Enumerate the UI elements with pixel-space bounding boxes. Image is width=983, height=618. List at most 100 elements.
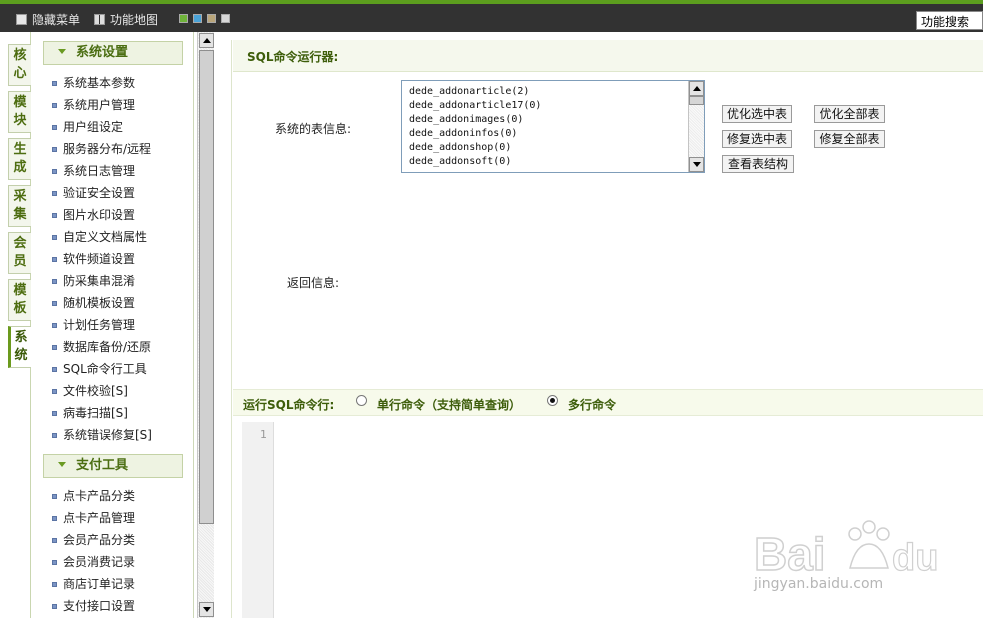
menu-item[interactable]: 会员产品分类 xyxy=(52,529,135,551)
menu-item[interactable]: 服务器分布/远程 xyxy=(52,138,151,160)
bullet-icon xyxy=(52,537,57,543)
table-option[interactable]: dede_addonimages(0) xyxy=(409,114,523,125)
bullet-icon xyxy=(52,80,57,86)
menu-item[interactable]: 病毒扫描[S] xyxy=(52,402,128,424)
menu-item[interactable]: 系统错误修复[S] xyxy=(52,424,152,446)
menu-item-label: 计划任务管理 xyxy=(63,318,136,332)
grid-icon xyxy=(94,14,105,25)
menu-item-label: 随机模板设置 xyxy=(63,296,136,310)
bullet-icon xyxy=(52,344,57,350)
scroll-down-button[interactable] xyxy=(199,602,214,617)
tab-generate[interactable]: 生成 xyxy=(8,138,31,180)
bullet-icon xyxy=(52,168,57,174)
menu-item-label: 商店订单记录 xyxy=(63,577,136,591)
menu-item-label: 数据库备份/还原 xyxy=(63,340,152,354)
site-map-link[interactable]: 功能地图 xyxy=(94,11,158,28)
table-list[interactable]: dede_addonarticle(2) dede_addonarticle17… xyxy=(401,80,705,173)
multi-line-label[interactable]: 多行命令 xyxy=(568,396,616,413)
scroll-down-button[interactable] xyxy=(689,157,704,172)
menu-item[interactable]: 图片水印设置 xyxy=(52,204,135,226)
menu-item-label: SQL命令行工具 xyxy=(63,362,147,376)
single-line-label[interactable]: 单行命令（支持简单查询） xyxy=(377,396,521,413)
scroll-up-button[interactable] xyxy=(199,33,214,48)
skin-brown-swatch[interactable] xyxy=(207,14,216,23)
bullet-icon xyxy=(52,190,57,196)
menu-item[interactable]: 文件校验[S] xyxy=(52,380,128,402)
menu-item-label: 点卡产品分类 xyxy=(63,489,136,503)
menu-item[interactable]: 系统日志管理 xyxy=(52,160,135,182)
tab-collect[interactable]: 采集 xyxy=(8,185,31,227)
chevron-down-icon xyxy=(58,462,66,467)
menu-item[interactable]: 随机模板设置 xyxy=(52,292,135,314)
repair-selected-button[interactable]: 修复选中表 xyxy=(722,130,792,148)
menu-item[interactable]: 验证安全设置 xyxy=(52,182,135,204)
bullet-icon xyxy=(52,603,57,609)
tab-members[interactable]: 会员 xyxy=(8,232,31,274)
menu-item[interactable]: 点卡产品管理 xyxy=(52,507,135,529)
menu-item-label: 点卡产品管理 xyxy=(63,511,136,525)
table-option[interactable]: dede_addonshop(0) xyxy=(409,142,511,153)
menu-item-label: 系统错误修复[S] xyxy=(63,428,152,442)
menu-item[interactable]: 计划任务管理 xyxy=(52,314,135,336)
menu-item[interactable]: 支付接口设置 xyxy=(52,595,135,617)
menu-item[interactable]: 系统基本参数 xyxy=(52,72,135,94)
scroll-thumb[interactable] xyxy=(689,96,704,105)
multi-line-radio[interactable] xyxy=(547,395,558,406)
menu-item-label: 系统日志管理 xyxy=(63,164,136,178)
bullet-icon xyxy=(52,102,57,108)
table-option[interactable]: dede_addonarticle(2) xyxy=(409,86,529,97)
hide-menu-link[interactable]: 隐藏菜单 xyxy=(16,11,80,28)
skin-blue-swatch[interactable] xyxy=(193,14,202,23)
skin-green-swatch[interactable] xyxy=(179,14,188,23)
bullet-icon xyxy=(52,300,57,306)
tab-templates[interactable]: 模板 xyxy=(8,279,31,321)
radio-selected-dot xyxy=(550,398,555,403)
menu-item[interactable]: 系统用户管理 xyxy=(52,94,135,116)
table-option[interactable]: dede_addonarticle17(0) xyxy=(409,100,541,111)
bullet-icon xyxy=(52,212,57,218)
tab-system[interactable]: 系统 xyxy=(8,326,31,368)
menu-item[interactable]: 商店订单记录 xyxy=(52,573,135,595)
tab-modules[interactable]: 模块 xyxy=(8,91,31,133)
optimize-all-button[interactable]: 优化全部表 xyxy=(814,105,885,123)
view-structure-button[interactable]: 查看表结构 xyxy=(722,155,794,173)
bullet-icon xyxy=(52,366,57,372)
menu-item[interactable]: 用户组设定 xyxy=(52,116,123,138)
section-title: 支付工具 xyxy=(76,458,129,473)
table-option[interactable]: dede_addoninfos(0) xyxy=(409,128,517,139)
section-payment-tools[interactable]: 支付工具 xyxy=(43,454,183,478)
menu-item[interactable]: 会员消费记录 xyxy=(52,551,135,573)
section-system-settings[interactable]: 系统设置 xyxy=(43,41,183,65)
menu-item[interactable]: 自定义文档属性 xyxy=(52,226,147,248)
table-option[interactable]: dede_addonsoft(0) xyxy=(409,156,511,167)
menu-item-label: 防采集串混淆 xyxy=(63,274,136,288)
arrow-down-icon xyxy=(203,607,211,612)
function-search-button[interactable]: 功能搜索 xyxy=(916,11,983,30)
side-menu: 系统设置 系统基本参数 系统用户管理 用户组设定 服务器分布/远程 系统日志管理… xyxy=(32,32,194,618)
menu-item[interactable]: 点卡产品分类 xyxy=(52,485,135,507)
tab-core[interactable]: 核心 xyxy=(8,44,31,86)
page-title: SQL命令运行器: xyxy=(233,40,983,72)
table-list-scrollbar[interactable] xyxy=(688,81,704,172)
scroll-thumb[interactable] xyxy=(199,50,214,524)
svg-text:du: du xyxy=(892,537,938,579)
skin-gray-swatch[interactable] xyxy=(221,14,230,23)
optimize-selected-button[interactable]: 优化选中表 xyxy=(722,105,792,123)
menu-item[interactable]: 防采集串混淆 xyxy=(52,270,135,292)
scroll-up-button[interactable] xyxy=(689,81,704,96)
repair-all-button[interactable]: 修复全部表 xyxy=(814,130,885,148)
bullet-icon xyxy=(52,493,57,499)
menu-item[interactable]: 软件频道设置 xyxy=(52,248,135,270)
bullet-icon xyxy=(52,278,57,284)
line-gutter: 1 xyxy=(242,422,274,618)
svg-text:Bai: Bai xyxy=(754,528,826,580)
menu-item[interactable]: SQL命令行工具 xyxy=(52,358,147,380)
menu-scrollbar[interactable] xyxy=(197,32,214,618)
single-line-radio[interactable] xyxy=(356,395,367,406)
menu-item-label: 服务器分布/远程 xyxy=(63,142,152,156)
bullet-icon xyxy=(52,256,57,262)
menu-item-label: 验证安全设置 xyxy=(63,186,136,200)
sql-mode-bar: 运行SQL命令行: 单行命令（支持简单查询） 多行命令 xyxy=(233,389,983,416)
menu-item[interactable]: 数据库备份/还原 xyxy=(52,336,151,358)
section-title: 系统设置 xyxy=(76,45,129,60)
